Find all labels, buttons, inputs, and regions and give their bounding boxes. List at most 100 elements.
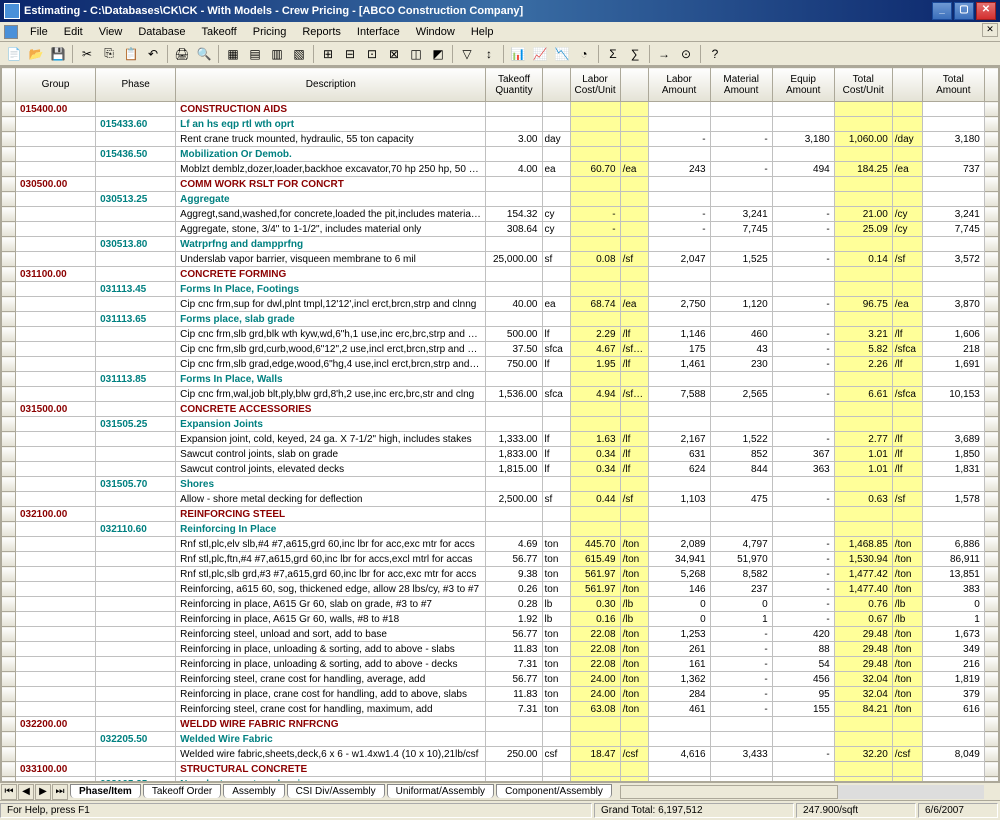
view4-button[interactable]: ▧ xyxy=(289,44,309,64)
table-row[interactable]: Cip cnc frm,slb grad,edge,wood,6"hg,4 us… xyxy=(2,357,999,372)
col5-button[interactable]: ◫ xyxy=(406,44,426,64)
table-row[interactable]: 031113.45Forms In Place, Footings xyxy=(2,282,999,297)
menu-interface[interactable]: Interface xyxy=(349,24,408,40)
col-header[interactable] xyxy=(892,68,922,102)
table-row[interactable]: Rnf stl,plc,elv slb,#4 #7,a615,grd 60,in… xyxy=(2,537,999,552)
table-row[interactable]: Reinforcing in place, unloading & sortin… xyxy=(2,642,999,657)
col2-button[interactable]: ⊟ xyxy=(340,44,360,64)
table-row[interactable]: 015436.50Mobilization Or Demob. xyxy=(2,147,999,162)
mdi-close-button[interactable]: ✕ xyxy=(982,23,998,37)
table-row[interactable]: Reinforcing steel, crane cost for handli… xyxy=(2,702,999,717)
horizontal-scrollbar[interactable] xyxy=(620,785,984,799)
table-row[interactable]: 032100.00REINFORCING STEEL xyxy=(2,507,999,522)
col-header[interactable] xyxy=(620,68,648,102)
table-row[interactable]: Sawcut control joints, elevated decks1,8… xyxy=(2,462,999,477)
table-row[interactable]: Rnf stl,plc,ftn,#4 #7,a615,grd 60,inc lb… xyxy=(2,552,999,567)
chart1-button[interactable]: 📊 xyxy=(508,44,528,64)
table-row[interactable]: 032200.00WELDD WIRE FABRIC RNFRCNG xyxy=(2,717,999,732)
table-row[interactable]: 031500.00CONCRETE ACCESSORIES xyxy=(2,402,999,417)
table-row[interactable]: Reinforcing in place, crane cost for han… xyxy=(2,687,999,702)
table-row[interactable]: 015400.00CONSTRUCTION AIDS xyxy=(2,102,999,117)
col-header[interactable]: Labor Amount xyxy=(648,68,710,102)
copy-button[interactable]: ⎘ xyxy=(99,44,119,64)
table-row[interactable]: 033100.00STRUCTURAL CONCRETE xyxy=(2,762,999,777)
filter-button[interactable]: ▽ xyxy=(457,44,477,64)
col-header[interactable]: Total Amount xyxy=(922,68,984,102)
view1-button[interactable]: ▦ xyxy=(223,44,243,64)
tab-uniformat-assembly[interactable]: Uniformat/Assembly xyxy=(387,784,494,798)
col6-button[interactable]: ◩ xyxy=(428,44,448,64)
table-row[interactable]: 032110.60Reinforcing In Place xyxy=(2,522,999,537)
col-header[interactable]: Total Cost/Unit xyxy=(834,68,892,102)
tab-nav-next[interactable]: ▶ xyxy=(35,784,51,800)
col-header[interactable]: Takeoff Quantity xyxy=(486,68,542,102)
table-row[interactable]: Reinforcing in place, A615 Gr 60, slab o… xyxy=(2,597,999,612)
table-row[interactable]: Underslab vapor barrier, visqueen membra… xyxy=(2,252,999,267)
tab-takeoff-order[interactable]: Takeoff Order xyxy=(143,784,221,798)
table-row[interactable]: Aggregate, stone, 3/4" to 1-1/2", includ… xyxy=(2,222,999,237)
table-row[interactable]: 030513.25Aggregate xyxy=(2,192,999,207)
table-row[interactable]: Expansion joint, cold, keyed, 24 ga. X 7… xyxy=(2,432,999,447)
table-row[interactable]: Rnf stl,plc,slb grd,#3 #7,a615,grd 60,in… xyxy=(2,567,999,582)
table-row[interactable]: Cip cnc frm,sup for dwl,plnt tmpl,12'12'… xyxy=(2,297,999,312)
print-button[interactable]: 🖨 xyxy=(172,44,192,64)
target-button[interactable]: ⊙ xyxy=(676,44,696,64)
table-row[interactable]: 031113.65Forms place, slab grade xyxy=(2,312,999,327)
sigma-button[interactable]: ∑ xyxy=(625,44,645,64)
maximize-button[interactable]: ▢ xyxy=(954,2,974,20)
table-row[interactable]: 031100.00CONCRETE FORMING xyxy=(2,267,999,282)
menu-file[interactable]: File xyxy=(22,24,56,40)
table-row[interactable]: 030500.00COMM WORK RSLT FOR CONCRT xyxy=(2,177,999,192)
tab-component-assembly[interactable]: Component/Assembly xyxy=(496,784,612,798)
col-header[interactable]: Equip Amount xyxy=(772,68,834,102)
table-row[interactable]: Cip cnc frm,slb grd,curb,wood,6"12",2 us… xyxy=(2,342,999,357)
close-button[interactable]: ✕ xyxy=(976,2,996,20)
arrow-button[interactable]: → xyxy=(654,44,674,64)
table-row[interactable]: Allow - shore metal decking for deflecti… xyxy=(2,492,999,507)
col-header[interactable]: Labor Cost/Unit xyxy=(570,68,620,102)
menu-view[interactable]: View xyxy=(91,24,131,40)
new-button[interactable]: 📄 xyxy=(4,44,24,64)
undo-button[interactable]: ↶ xyxy=(143,44,163,64)
data-grid[interactable]: GroupPhaseDescriptionTakeoff QuantityLab… xyxy=(0,66,1000,782)
chart3-button[interactable]: 📉 xyxy=(552,44,572,64)
table-row[interactable]: 015433.60Lf an hs eqp rtl wth oprt xyxy=(2,117,999,132)
col-header[interactable] xyxy=(542,68,570,102)
view3-button[interactable]: ▥ xyxy=(267,44,287,64)
col-header[interactable]: Group xyxy=(16,68,96,102)
table-row[interactable]: Moblzt demblz,dozer,loader,backhoe excav… xyxy=(2,162,999,177)
table-row[interactable]: Reinforcing, a615 60, sog, thickened edg… xyxy=(2,582,999,597)
table-row[interactable]: 031505.70Shores xyxy=(2,477,999,492)
col-header[interactable]: Material Amount xyxy=(710,68,772,102)
menu-edit[interactable]: Edit xyxy=(56,24,91,40)
chart2-button[interactable]: 📈 xyxy=(530,44,550,64)
table-row[interactable]: Reinforcing in place, unloading & sortin… xyxy=(2,657,999,672)
col3-button[interactable]: ⊡ xyxy=(362,44,382,64)
menu-takeoff[interactable]: Takeoff xyxy=(193,24,244,40)
col-header[interactable] xyxy=(2,68,16,102)
menu-reports[interactable]: Reports xyxy=(294,24,349,40)
menu-pricing[interactable]: Pricing xyxy=(245,24,295,40)
tab-nav-last[interactable]: ⏭ xyxy=(52,784,68,800)
col-header[interactable]: Description xyxy=(176,68,486,102)
open-button[interactable]: 📂 xyxy=(26,44,46,64)
menu-window[interactable]: Window xyxy=(408,24,463,40)
view2-button[interactable]: ▤ xyxy=(245,44,265,64)
table-row[interactable]: Reinforcing steel, crane cost for handli… xyxy=(2,672,999,687)
menu-database[interactable]: Database xyxy=(130,24,193,40)
tab-nav-first[interactable]: ⏮ xyxy=(1,784,17,800)
table-row[interactable]: Aggregt,sand,washed,for concrete,loaded … xyxy=(2,207,999,222)
paste-button[interactable]: 📋 xyxy=(121,44,141,64)
tab-csi-div-assembly[interactable]: CSI Div/Assembly xyxy=(287,784,385,798)
help-button[interactable]: ? xyxy=(705,44,725,64)
menu-help[interactable]: Help xyxy=(463,24,502,40)
table-row[interactable]: 030513.80Watrprfng and dampprfng xyxy=(2,237,999,252)
table-row[interactable]: Reinforcing in place, A615 Gr 60, walls,… xyxy=(2,612,999,627)
save-button[interactable]: 💾 xyxy=(48,44,68,64)
table-row[interactable]: 032205.50Welded Wire Fabric xyxy=(2,732,999,747)
minimize-button[interactable]: _ xyxy=(932,2,952,20)
chart4-button[interactable]: ◔ xyxy=(574,44,594,64)
col-header[interactable] xyxy=(984,68,998,102)
table-row[interactable]: Cip cnc frm,slb grd,blk wth kyw,wd,6"h,1… xyxy=(2,327,999,342)
tab-phase-item[interactable]: Phase/Item xyxy=(70,784,141,798)
